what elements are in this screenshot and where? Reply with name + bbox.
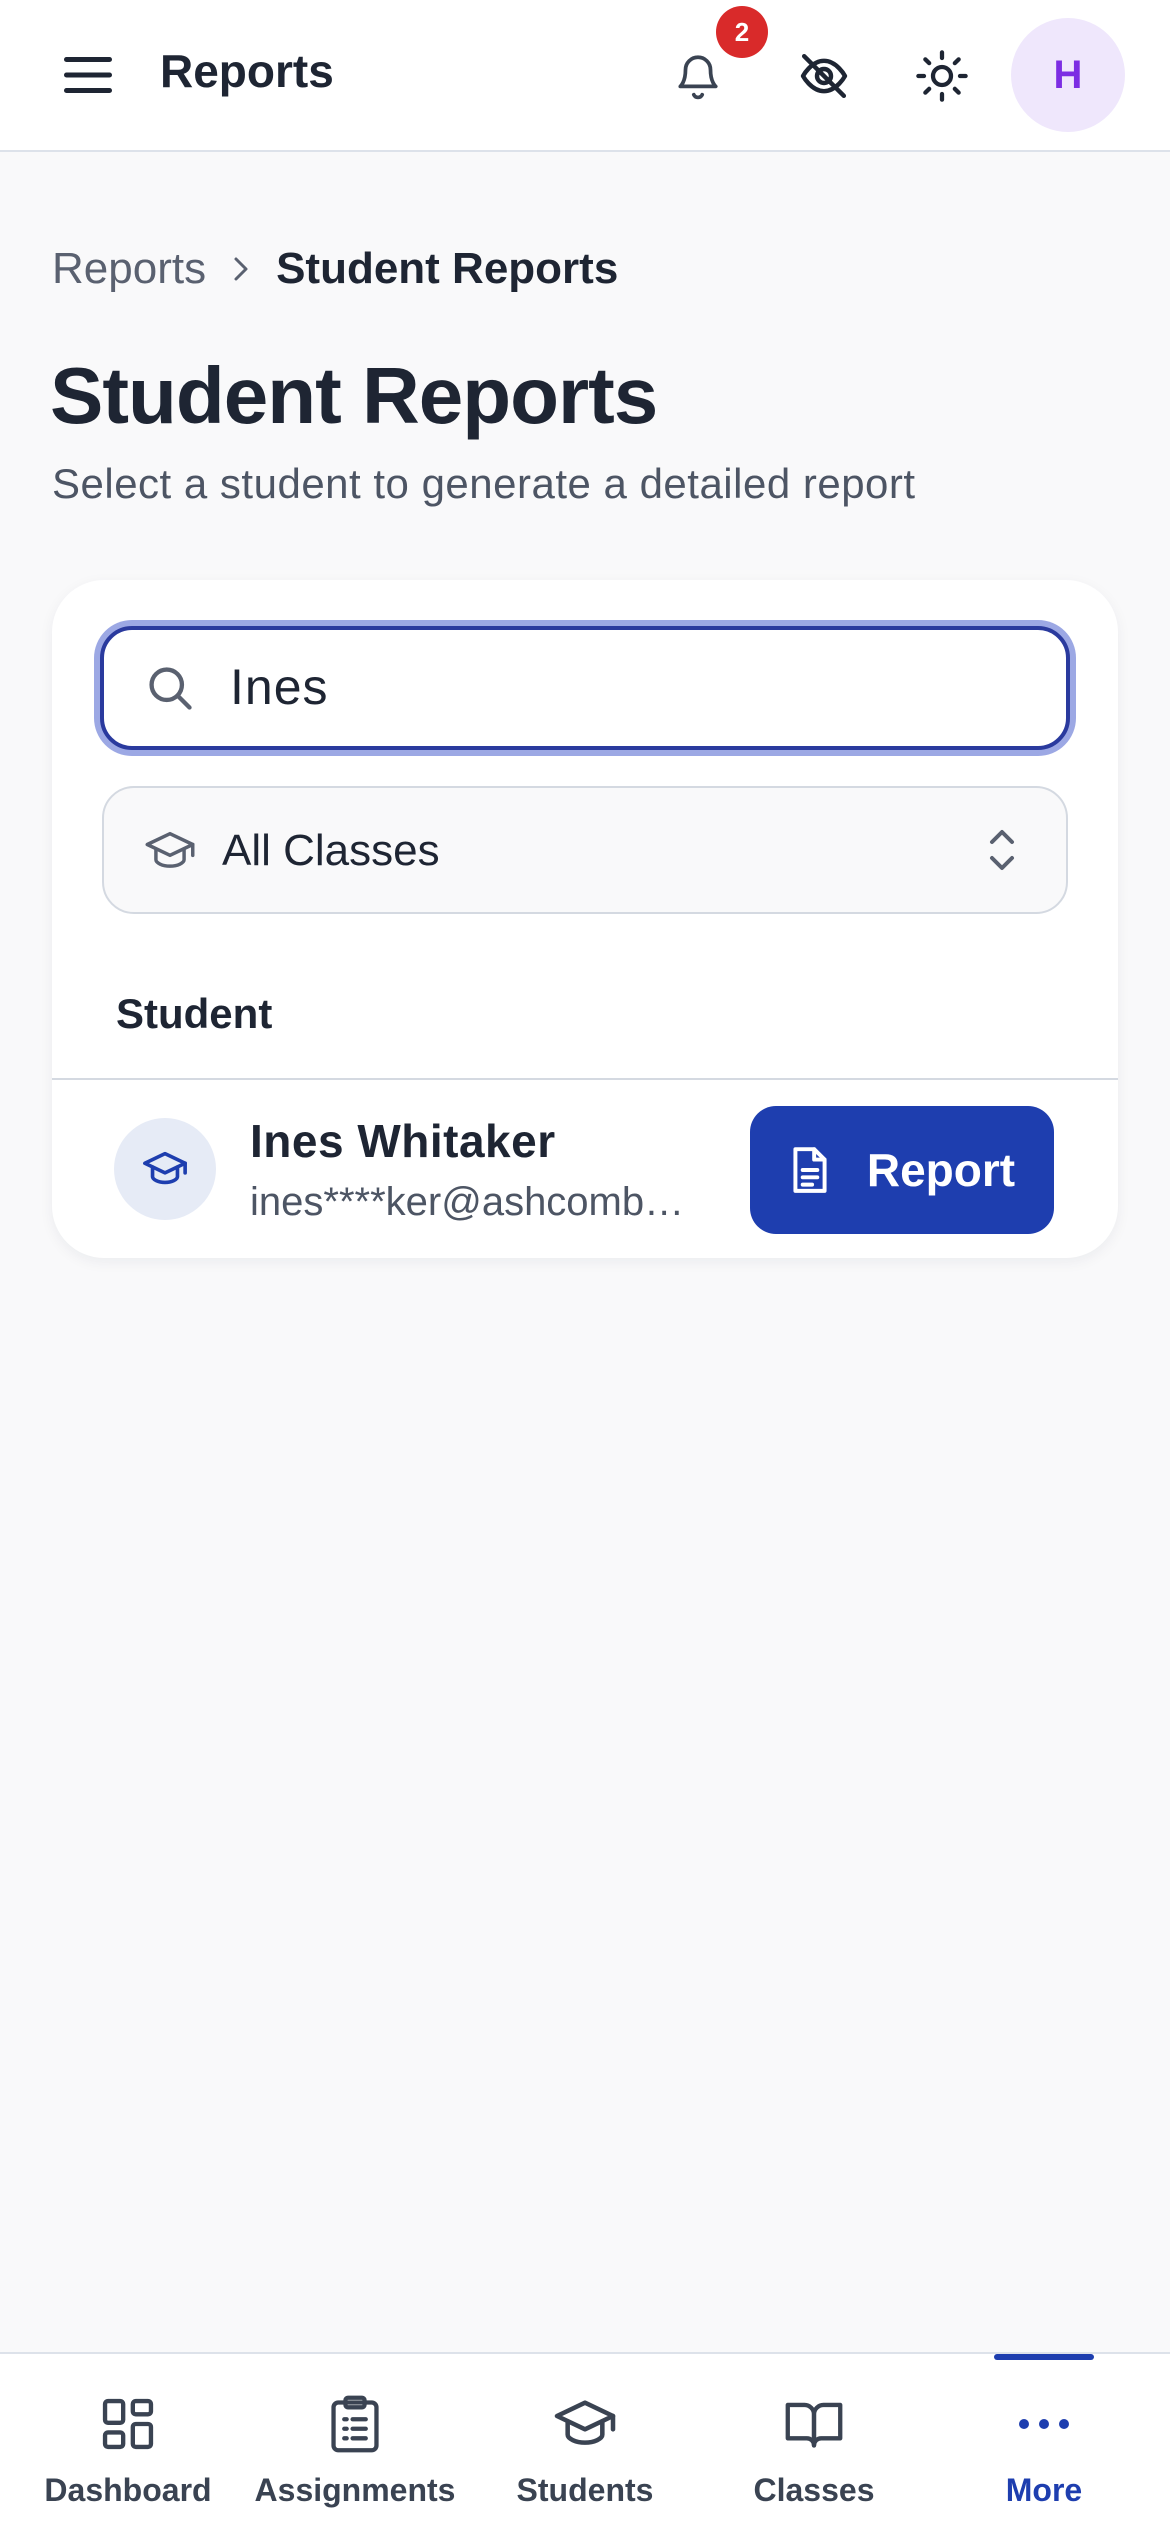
hamburger-menu-icon xyxy=(64,57,112,93)
bell-icon xyxy=(678,55,718,100)
chevron-up-down-icon xyxy=(990,830,1014,870)
privacy-toggle-button[interactable] xyxy=(788,40,860,112)
menu-button[interactable] xyxy=(56,46,120,104)
generate-report-button[interactable]: Report xyxy=(750,1106,1054,1234)
nav-dashboard[interactable]: Dashboard xyxy=(30,2354,226,2532)
more-dots-icon xyxy=(1019,2419,1069,2429)
page-subtitle: Select a student to generate a detailed … xyxy=(52,460,916,507)
student-report-card: Ines All Classes Student Ines Whitaker i… xyxy=(52,580,1118,1258)
sun-icon xyxy=(916,50,968,102)
column-header-student: Student xyxy=(116,990,273,1037)
chevron-right-icon xyxy=(230,254,252,284)
search-input[interactable]: Ines xyxy=(100,626,1070,750)
table-divider xyxy=(52,1078,1118,1080)
nav-students-label: Students xyxy=(516,2472,654,2508)
report-button-label: Report xyxy=(866,1144,1016,1196)
book-icon xyxy=(785,2402,843,2448)
nav-classes-label: Classes xyxy=(753,2472,875,2508)
graduation-cap-icon xyxy=(143,1151,187,1185)
document-icon xyxy=(793,1147,827,1193)
graduation-cap-icon xyxy=(145,831,195,868)
notification-badge: 2 xyxy=(716,6,768,58)
nav-assignments-label: Assignments xyxy=(254,2472,456,2508)
user-avatar[interactable]: H xyxy=(1011,18,1125,132)
header-title: Reports xyxy=(160,45,334,97)
eye-off-icon xyxy=(800,53,848,99)
nav-classes[interactable]: Classes xyxy=(724,2354,904,2532)
breadcrumb-reports-link[interactable]: Reports xyxy=(52,244,206,294)
nav-more-label: More xyxy=(1005,2472,1083,2508)
class-filter-value: All Classes xyxy=(222,826,440,875)
breadcrumb: Reports Student Reports xyxy=(52,244,618,294)
graduation-cap-icon xyxy=(554,2400,616,2445)
grid-icon xyxy=(102,2398,154,2450)
class-filter-select[interactable]: All Classes xyxy=(102,786,1068,914)
search-input-value: Ines xyxy=(230,659,329,715)
nav-assignments[interactable]: Assignments xyxy=(250,2354,460,2532)
top-app-bar: Reports 2 H xyxy=(0,0,1170,152)
student-name: Ines Whitaker xyxy=(250,1115,556,1167)
nav-more[interactable]: More xyxy=(954,2354,1134,2532)
student-email: ines****ker@ashcombe… xyxy=(250,1180,700,1224)
clipboard-icon xyxy=(331,2395,379,2453)
nav-students[interactable]: Students xyxy=(490,2354,680,2532)
search-icon xyxy=(149,667,192,710)
breadcrumb-current: Student Reports xyxy=(276,244,619,293)
nav-dashboard-label: Dashboard xyxy=(44,2472,212,2508)
theme-toggle-button[interactable] xyxy=(906,40,978,112)
page-title: Student Reports xyxy=(50,351,658,440)
student-avatar xyxy=(114,1118,216,1220)
bottom-navigation: Dashboard Assignments Students Classes M… xyxy=(0,2352,1170,2532)
